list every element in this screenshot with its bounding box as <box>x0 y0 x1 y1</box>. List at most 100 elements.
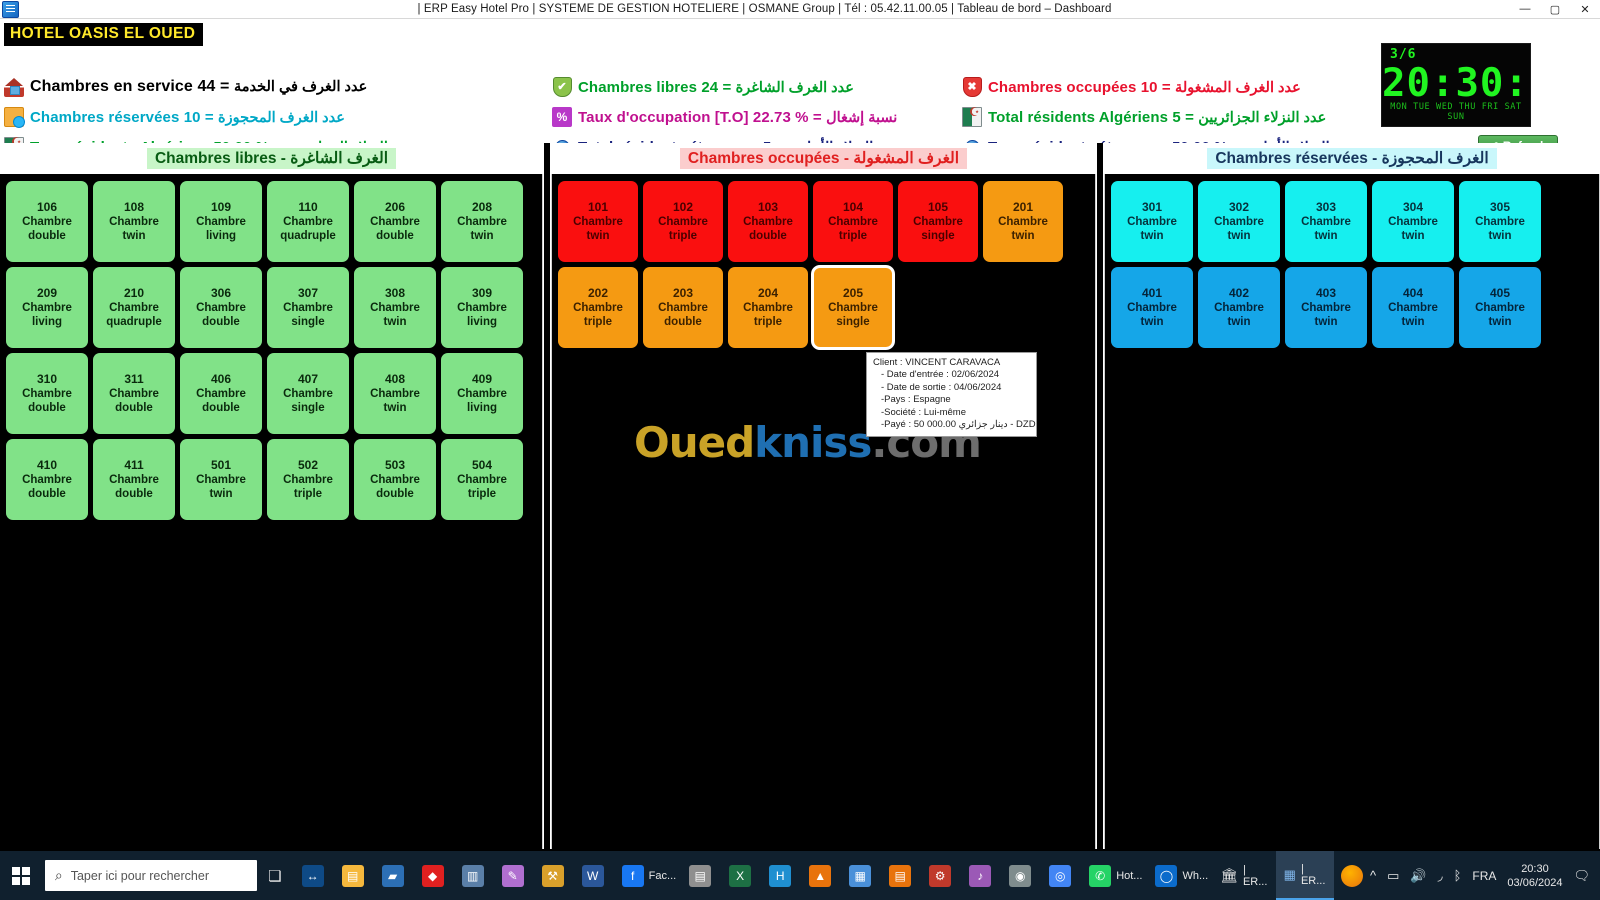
battery-icon[interactable]: ▭ <box>1387 868 1399 884</box>
close-button[interactable]: ✕ <box>1570 0 1600 19</box>
room-tile-210[interactable]: 210 Chambre quadruple <box>93 267 175 348</box>
room-tile-102[interactable]: 102 Chambre triple <box>643 181 723 262</box>
bluetooth-icon[interactable]: ᛒ <box>1454 868 1462 883</box>
file-explorer-icon[interactable]: ▤ <box>333 851 373 900</box>
task-view-icon[interactable]: ❏ <box>257 851 293 900</box>
room-number: 106 <box>36 200 58 214</box>
file-explorer-icon-glyph: ▤ <box>341 864 364 887</box>
room-tile-303[interactable]: 303 Chambre twin <box>1285 181 1367 262</box>
room-tile-201[interactable]: 201 Chambre twin <box>983 181 1063 262</box>
whatsapp-icon[interactable]: ✆ <box>1080 851 1120 900</box>
excel-icon[interactable]: X <box>720 851 760 900</box>
room-tile-205[interactable]: 205 Chambre single <box>811 265 895 350</box>
notepad-icon[interactable]: ▤ <box>680 851 720 900</box>
room-tile-306[interactable]: 306 Chambre double <box>180 267 262 348</box>
room-tile-501[interactable]: 501 Chambre twin <box>180 439 262 520</box>
room-tile-409[interactable]: 409 Chambre living <box>441 353 523 434</box>
taskbar-open-label[interactable]: Fac... <box>649 870 677 882</box>
room-tile-101[interactable]: 101 Chambre twin <box>558 181 638 262</box>
search-input[interactable]: ⌕ Taper ici pour rechercher <box>44 860 257 891</box>
camera-icon[interactable]: ◉ <box>1000 851 1040 900</box>
facebook-icon-glyph: f <box>621 864 644 887</box>
room-tile-502[interactable]: 502 Chambre triple <box>267 439 349 520</box>
media-icon[interactable]: ♪ <box>960 851 1000 900</box>
minimize-button[interactable]: — <box>1510 0 1540 19</box>
room-tile-307[interactable]: 307 Chambre single <box>267 267 349 348</box>
room-tile-406[interactable]: 406 Chambre double <box>180 353 262 434</box>
room-number: 103 <box>757 200 779 214</box>
room-tile-208[interactable]: 208 Chambre twin <box>441 181 523 262</box>
start-button[interactable] <box>0 851 43 900</box>
room-tile-203[interactable]: 203 Chambre double <box>643 267 723 348</box>
teamviewer-icon[interactable]: ↔ <box>293 851 333 900</box>
h-app-icon[interactable]: H <box>760 851 800 900</box>
room-tile-402[interactable]: 402 Chambre twin <box>1198 267 1280 348</box>
erp-window-1[interactable]: 🏛 | ER... <box>1212 851 1275 900</box>
room-tile-202[interactable]: 202 Chambre triple <box>558 267 638 348</box>
room-tile-310[interactable]: 310 Chambre double <box>6 353 88 434</box>
tray-chevron-icon[interactable]: ^ <box>1370 868 1376 883</box>
edge-icon[interactable]: ◯ <box>1146 851 1186 900</box>
room-tile-106[interactable]: 106 Chambre double <box>6 181 88 262</box>
folder-orange-icon[interactable]: ▤ <box>880 851 920 900</box>
room-tooltip: Client : VINCENT CARAVACA - Date d'entré… <box>866 352 1037 438</box>
kpi-label: Taux d'occupation [T.O] 22.73 % = نسبة إ… <box>578 108 898 126</box>
panel-chambres-occupees: Chambres occupées - الغرف المشغولة 101 Ch… <box>551 143 1096 849</box>
room-tile-408[interactable]: 408 Chambre twin <box>354 353 436 434</box>
room-tile-504[interactable]: 504 Chambre triple <box>441 439 523 520</box>
room-tile-305[interactable]: 305 Chambre twin <box>1459 181 1541 262</box>
room-tile-206[interactable]: 206 Chambre double <box>354 181 436 262</box>
remote-desktop-icon[interactable]: ▰ <box>373 851 413 900</box>
room-tile-108[interactable]: 108 Chambre twin <box>93 181 175 262</box>
maximize-button[interactable]: ▢ <box>1540 0 1570 19</box>
room-tile-311[interactable]: 311 Chambre double <box>93 353 175 434</box>
erp-window-2[interactable]: ▦ | ER... <box>1275 851 1335 900</box>
room-tile-308[interactable]: 308 Chambre twin <box>354 267 436 348</box>
room-type: Chambre living <box>457 388 507 414</box>
room-tile-301[interactable]: 301 Chambre twin <box>1111 181 1193 262</box>
room-tile-109[interactable]: 109 Chambre living <box>180 181 262 262</box>
chart-icon[interactable]: ▦ <box>840 851 880 900</box>
volume-icon[interactable]: 🔊 <box>1410 868 1426 884</box>
taskbar-clock[interactable]: 20:30 03/06/2024 <box>1507 862 1562 890</box>
room-tile-104[interactable]: 104 Chambre triple <box>813 181 893 262</box>
language-indicator[interactable]: FRA <box>1472 869 1496 883</box>
room-number: 402 <box>1228 286 1250 300</box>
room-tile-405[interactable]: 405 Chambre twin <box>1459 267 1541 348</box>
teamviewer-icon-glyph: ↔ <box>301 864 324 887</box>
room-tile-411[interactable]: 411 Chambre double <box>93 439 175 520</box>
room-tile-407[interactable]: 407 Chambre single <box>267 353 349 434</box>
room-tile-103[interactable]: 103 Chambre double <box>728 181 808 262</box>
room-tile-503[interactable]: 503 Chambre double <box>354 439 436 520</box>
panel-header: Chambres réservées - الغرف المحجوزة <box>1104 143 1600 174</box>
notification-icon[interactable]: 🗨 <box>1573 868 1590 884</box>
media-icon-glyph: ♪ <box>969 864 992 887</box>
paint-icon[interactable]: ✎ <box>493 851 533 900</box>
room-tile-204[interactable]: 204 Chambre triple <box>728 267 808 348</box>
facebook-icon[interactable]: f <box>613 851 653 900</box>
room-tile-404[interactable]: 404 Chambre twin <box>1372 267 1454 348</box>
anydesk-icon[interactable]: ◆ <box>413 851 453 900</box>
vlc-icon[interactable]: ▲ <box>800 851 840 900</box>
room-tile-304[interactable]: 304 Chambre twin <box>1372 181 1454 262</box>
panel-divider <box>543 143 551 849</box>
room-tile-105[interactable]: 105 Chambre single <box>898 181 978 262</box>
settings-icon[interactable]: ⚙ <box>920 851 960 900</box>
room-tile-403[interactable]: 403 Chambre twin <box>1285 267 1367 348</box>
room-tile-410[interactable]: 410 Chambre double <box>6 439 88 520</box>
printer-icon[interactable]: ▥ <box>453 851 493 900</box>
room-tile-401[interactable]: 401 Chambre twin <box>1111 267 1193 348</box>
wifi-icon[interactable]: ◞ <box>1438 868 1443 884</box>
room-type: Chambre triple <box>828 216 878 242</box>
weather-icon[interactable] <box>1334 851 1370 900</box>
word-icon[interactable]: W <box>573 851 613 900</box>
tools-icon[interactable]: ⚒ <box>533 851 573 900</box>
room-tile-110[interactable]: 110 Chambre quadruple <box>267 181 349 262</box>
room-tile-302[interactable]: 302 Chambre twin <box>1198 181 1280 262</box>
room-type: Chambre living <box>457 302 507 328</box>
room-type: Chambre double <box>22 388 72 414</box>
room-tile-209[interactable]: 209 Chambre living <box>6 267 88 348</box>
room-tile-309[interactable]: 309 Chambre living <box>441 267 523 348</box>
chrome-icon[interactable]: ◎ <box>1040 851 1080 900</box>
room-number: 403 <box>1315 286 1337 300</box>
